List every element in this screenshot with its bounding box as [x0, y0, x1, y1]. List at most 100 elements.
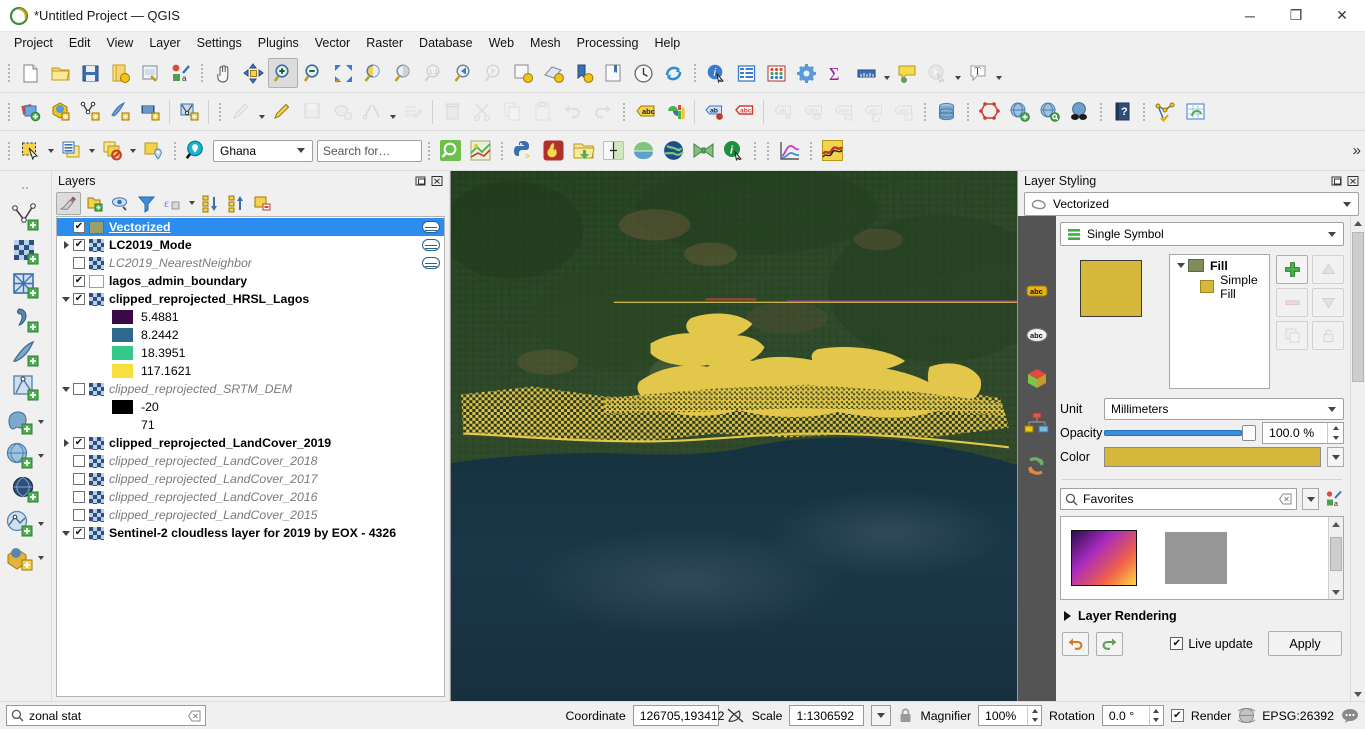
- layer-visibility-checkbox[interactable]: [73, 437, 85, 449]
- current-edits-icon[interactable]: [226, 97, 256, 127]
- style-panel-scrollbar[interactable]: [1350, 216, 1365, 701]
- layer-rendering-section[interactable]: Layer Rendering: [1060, 609, 1344, 623]
- diagrams-icon[interactable]: [1022, 408, 1052, 438]
- expand-all-icon[interactable]: [198, 192, 223, 215]
- highlight-labels-icon[interactable]: abc: [729, 97, 759, 127]
- spinner-buttons[interactable]: [1148, 706, 1163, 725]
- vertex-tool-caret[interactable]: [387, 97, 398, 127]
- symbol-search-input[interactable]: Favorites: [1060, 488, 1297, 510]
- deselect-dropdown-caret[interactable]: [127, 136, 138, 166]
- delete-selected-icon[interactable]: [437, 97, 467, 127]
- clear-icon[interactable]: [1279, 493, 1292, 505]
- chevron-down-icon[interactable]: [35, 407, 46, 437]
- toggle-editing-icon[interactable]: [267, 97, 297, 127]
- unit-combo[interactable]: Millimeters: [1104, 398, 1344, 420]
- expander[interactable]: [59, 290, 73, 308]
- live-update-checkbox[interactable]: [1170, 637, 1184, 650]
- style-layer-combo[interactable]: Vectorized: [1024, 192, 1359, 216]
- menu-raster[interactable]: Raster: [358, 34, 411, 52]
- change-label-properties-icon[interactable]: abc: [888, 97, 918, 127]
- rotate-label-icon[interactable]: abc: [858, 97, 888, 127]
- zoom-last-icon[interactable]: [448, 58, 478, 88]
- run-feature-action-icon[interactable]: [922, 58, 952, 88]
- current-edits-caret[interactable]: [256, 97, 267, 127]
- layer-row-lagos-admin-boundary[interactable]: lagos_admin_boundary: [57, 272, 444, 290]
- new-project-icon[interactable]: [15, 58, 45, 88]
- save-project-as-icon[interactable]: [105, 58, 135, 88]
- pan-map-icon[interactable]: [208, 58, 238, 88]
- 3d-view-icon[interactable]: [1022, 364, 1052, 394]
- add-symbol-layer-button[interactable]: [1276, 255, 1308, 284]
- toolbar-grip[interactable]: [4, 138, 13, 164]
- menu-vector[interactable]: Vector: [307, 34, 358, 52]
- quickmapservices-icon[interactable]: [658, 136, 688, 166]
- pin-labels-icon[interactable]: ab: [699, 97, 729, 127]
- add-mesh-layer-icon[interactable]: [11, 269, 41, 303]
- chevron-down-icon[interactable]: [35, 441, 46, 471]
- label-layer-icon[interactable]: abc: [630, 97, 660, 127]
- remove-symbol-layer-button[interactable]: [1276, 288, 1308, 317]
- toolbar-grip[interactable]: [197, 60, 206, 86]
- menu-mesh[interactable]: Mesh: [522, 34, 569, 52]
- toolbar-overflow-button[interactable]: »: [1353, 142, 1365, 159]
- lock-symbol-color-button[interactable]: [1312, 321, 1344, 350]
- add-3d-layer-icon[interactable]: [5, 541, 46, 575]
- layer-visibility-checkbox[interactable]: [73, 455, 85, 467]
- spinner-buttons[interactable]: [1327, 423, 1343, 443]
- color-dropdown-icon[interactable]: [1327, 447, 1344, 467]
- metasearch-icon[interactable]: [1034, 97, 1064, 127]
- opacity-spinbox[interactable]: 100.0 %: [1262, 422, 1344, 444]
- layer-row-landcover-2017[interactable]: clipped_reprojected_LandCover_2017: [57, 470, 444, 488]
- maximize-button[interactable]: ❐: [1273, 0, 1319, 32]
- add-wms-layer-icon[interactable]: [5, 439, 46, 473]
- add-vector-layer-icon[interactable]: [15, 97, 45, 127]
- map-tips-icon[interactable]: [892, 58, 922, 88]
- scroll-down-icon[interactable]: [1351, 687, 1365, 701]
- toolbar-grip[interactable]: [619, 99, 628, 125]
- style-swatch-grid[interactable]: [1060, 516, 1344, 600]
- action-dropdown-caret[interactable]: [952, 58, 963, 88]
- toolbar-grip[interactable]: [215, 99, 224, 125]
- layer-visibility-checkbox[interactable]: [73, 527, 85, 539]
- minimize-button[interactable]: ─: [1227, 0, 1273, 32]
- labels-icon[interactable]: abc: [1022, 276, 1052, 306]
- show-hide-labels-icon[interactable]: abc: [798, 97, 828, 127]
- scroll-up-icon[interactable]: [1329, 517, 1343, 531]
- diagram-layer-icon[interactable]: [660, 97, 690, 127]
- toolbar-grip[interactable]: [21, 175, 30, 201]
- field-calculator-icon[interactable]: [761, 58, 791, 88]
- masks-icon[interactable]: abc: [1022, 320, 1052, 350]
- edit-buffer-badge-icon[interactable]: [422, 221, 440, 233]
- modify-attributes-icon[interactable]: [398, 97, 428, 127]
- layer-row-sentinel2[interactable]: Sentinel-2 cloudless layer for 2019 by E…: [57, 524, 444, 542]
- toolbar-grip[interactable]: [1096, 99, 1105, 125]
- expander[interactable]: [59, 380, 73, 398]
- toolbar-grip[interactable]: [170, 138, 179, 164]
- toolbar-grip[interactable]: [920, 99, 929, 125]
- live-update-control[interactable]: Live update: [1170, 637, 1253, 651]
- crs-label[interactable]: EPSG:26392: [1262, 709, 1334, 723]
- toolbar-grip[interactable]: [690, 60, 699, 86]
- select-by-location-icon[interactable]: [138, 136, 168, 166]
- db-manager-icon[interactable]: [931, 97, 961, 127]
- expander[interactable]: [59, 488, 73, 506]
- map-themes-icon[interactable]: [465, 136, 495, 166]
- layer-visibility-checkbox[interactable]: [73, 239, 85, 251]
- identify-features-icon[interactable]: i: [701, 58, 731, 88]
- add-spatialite-icon[interactable]: [105, 97, 135, 127]
- filter-legend-icon[interactable]: [134, 192, 159, 215]
- add-postgis-layer-icon[interactable]: [5, 405, 46, 439]
- scroll-thumb[interactable]: [1352, 232, 1364, 382]
- undock-icon[interactable]: [1330, 174, 1343, 187]
- zoom-full-icon[interactable]: [328, 58, 358, 88]
- close-icon[interactable]: [1346, 174, 1359, 187]
- add-mesh-layer-icon[interactable]: [135, 97, 165, 127]
- annotation-dropdown-caret[interactable]: [993, 58, 1004, 88]
- new-print-layout-icon[interactable]: [135, 58, 165, 88]
- geocoder-pin-icon[interactable]: [181, 136, 211, 166]
- layer-visibility-checkbox[interactable]: [73, 473, 85, 485]
- toggle-extents-icon[interactable]: [726, 707, 745, 724]
- temporal-controller-icon[interactable]: [628, 58, 658, 88]
- expander[interactable]: [59, 470, 73, 488]
- symbol-tree-row-simple-fill[interactable]: Simple Fill: [1170, 273, 1269, 301]
